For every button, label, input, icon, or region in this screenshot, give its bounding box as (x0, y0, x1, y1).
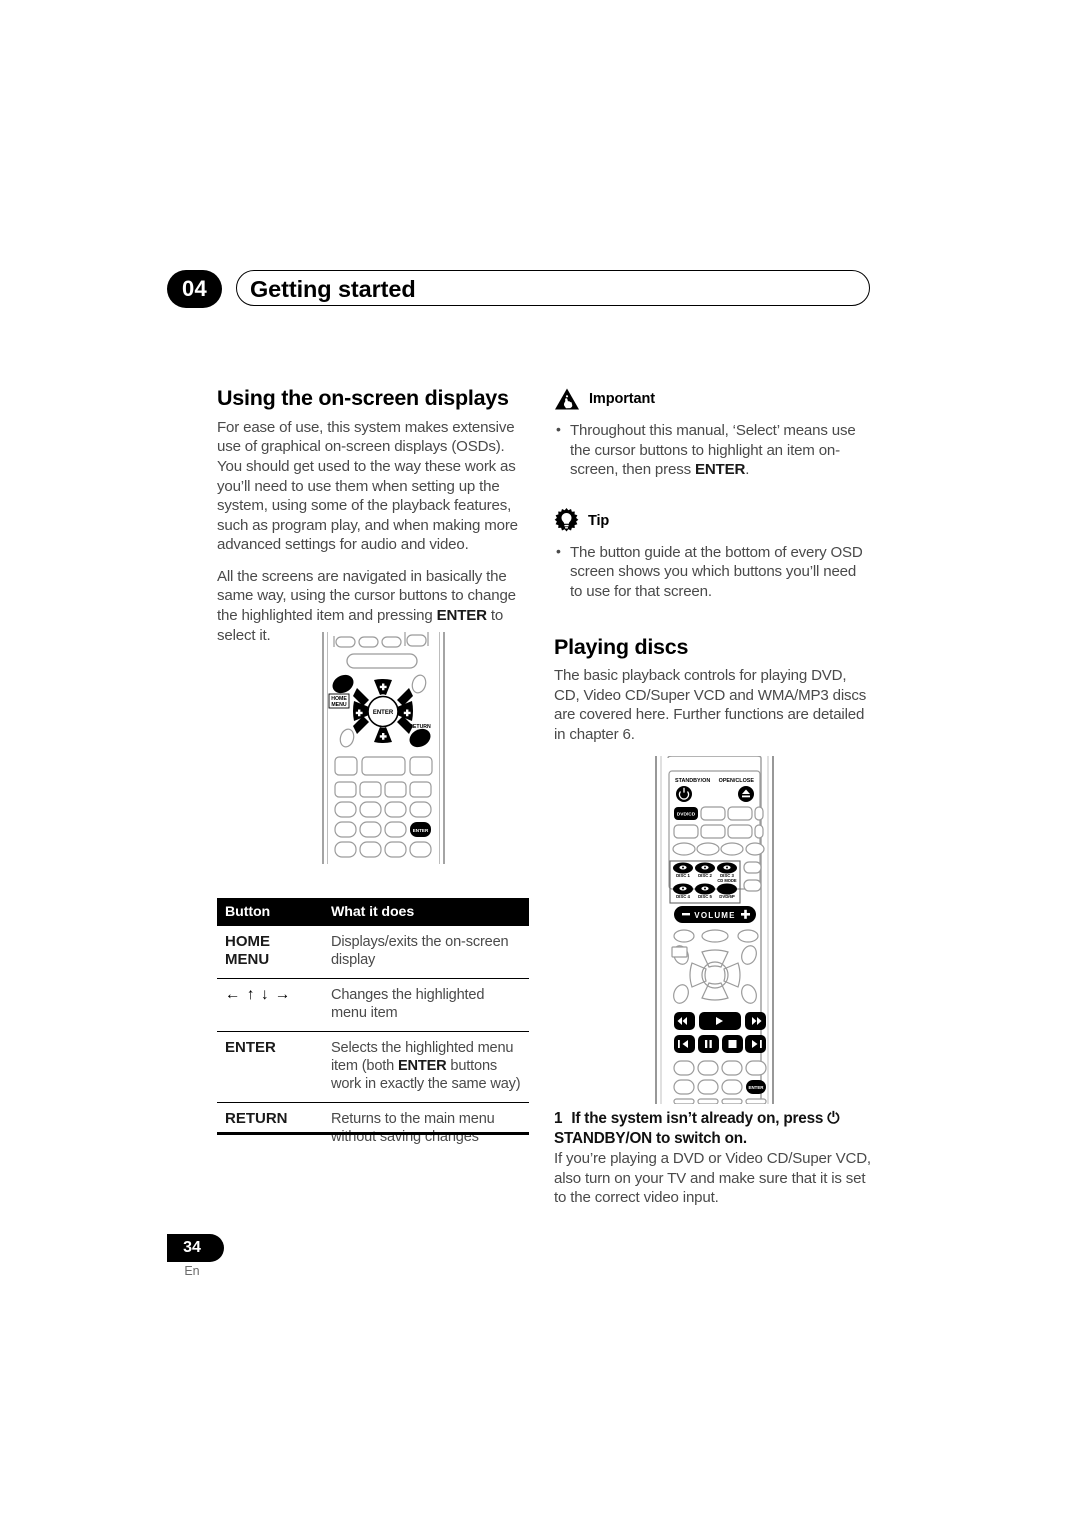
tip-notice-header: Tip (554, 508, 872, 534)
warning-triangle-hand-icon (554, 387, 580, 411)
table-row: RETURN Returns to the main menu without … (217, 1101, 529, 1155)
numbered-step-1: 1 If the system isn’t already on, press ⏻… (554, 1109, 874, 1208)
svg-text:DVD/6P: DVD/6P (719, 894, 735, 899)
remote-osd-menu-label: MENU (331, 702, 347, 708)
table-cell-desc-return: Returns to the main menu without saving … (323, 1101, 529, 1155)
inline-bold-enter: ENTER (436, 607, 487, 625)
step-body-text: If you’re playing a DVD or Video CD/Supe… (554, 1150, 871, 1207)
svg-text:DISC 4: DISC 4 (676, 894, 690, 899)
svg-text:CD MODE: CD MODE (717, 878, 737, 883)
list-item: Throughout this manual, ‘Select’ means u… (554, 420, 872, 480)
button-function-table: Button What it does HOME MENU Displays/e… (217, 898, 529, 1155)
chapter-number-badge: 04 (167, 270, 222, 308)
remote-play-standby-label: STANDBY/ON (675, 778, 710, 784)
table-bottom-rule (217, 1132, 529, 1135)
menu-label: MENU (225, 951, 270, 969)
lightbulb-gear-icon (554, 508, 579, 533)
paragraph-osd-intro: For ease of use, this system makes exten… (217, 418, 518, 554)
page-language-code: En (184, 1264, 200, 1278)
remote-osd-enter-label: ENTER (373, 710, 394, 716)
table-cell-desc-home-menu: Displays/exits the on-screen display (331, 934, 509, 969)
right-column: Important Throughout this manual, ‘Selec… (554, 386, 872, 745)
table-cell-button-return: RETURN (217, 1101, 323, 1155)
svg-text:DVD/CD: DVD/CD (677, 812, 696, 818)
page-number-badge: 34 (167, 1234, 224, 1262)
table-cell-button-home-menu: HOME MENU (217, 926, 323, 978)
remote-play-disc-buttons (673, 862, 737, 874)
table-cell-button-cursor-arrows: ← ↑ ↓ → (217, 977, 323, 1032)
remote-osd-return-label: RETURN (409, 724, 431, 730)
important-bullet-list: Throughout this manual, ‘Select’ means u… (554, 420, 872, 480)
table-cell-desc-enter: Selects the highlighted menu item (both … (323, 1030, 529, 1103)
tip-bullet-list: The button guide at the bottom of every … (554, 542, 872, 602)
svg-text:ENTER: ENTER (749, 1085, 765, 1090)
tip-bullet-part1: The button guide at the bottom of every … (570, 543, 863, 600)
paragraph-playing-discs: The basic playback controls for playing … (554, 667, 867, 744)
important-label: Important (589, 391, 655, 407)
chapter-header: 04 Getting started (167, 270, 872, 308)
table-header-row: Button What it does (217, 898, 529, 926)
important-notice-header: Important (554, 386, 872, 412)
step-number: 1 (554, 1110, 563, 1127)
important-bullet-bold: ENTER (694, 461, 746, 479)
step-heading-part2: STANDBY/ON to switch on. (554, 1129, 747, 1147)
table-row: HOME MENU Displays/exits the on-screen d… (217, 926, 529, 978)
remote-control-playback-illustration: STANDBY/ON OPEN/CLOSE DVD/CD DISC 1 DISC… (648, 755, 781, 1109)
svg-text:DISC 2: DISC 2 (698, 873, 712, 878)
power-symbol-icon: ⏻ (827, 1110, 840, 1127)
left-column: Using the on-screen displays For ease of… (217, 386, 529, 645)
section-title-on-screen-displays: Using the on-screen displays (217, 386, 509, 410)
section-title-playing-discs: Playing discs (554, 634, 689, 659)
svg-text:ENTER: ENTER (413, 828, 429, 833)
remote-play-openclose-label: OPEN/CLOSE (719, 778, 755, 784)
page-number: 34 (183, 1239, 201, 1256)
svg-text:VOLUME: VOLUME (694, 911, 735, 920)
home-label: HOME (225, 933, 270, 950)
document-page: 04 Getting started Using the on-screen d… (0, 0, 1080, 1528)
svg-text:DISC 5: DISC 5 (698, 894, 712, 899)
step-heading: 1 If the system isn’t already on, press ⏻… (554, 1109, 874, 1148)
table-header-button: Button (217, 898, 323, 926)
table-header-description: What it does (323, 898, 529, 926)
step-heading-part1: If the system isn’t already on, press (571, 1110, 828, 1127)
list-item: The button guide at the bottom of every … (554, 542, 872, 602)
page-title: Getting started (250, 276, 416, 302)
important-bullet-part2: . (745, 461, 750, 479)
remote-control-osd-illustration: HOME MENU ENTER RETURN ENTER (316, 632, 451, 869)
table-cell-button-enter: ENTER (217, 1030, 323, 1103)
tip-label: Tip (588, 512, 610, 529)
page-footer: 34 En (167, 1234, 287, 1278)
remote-play-pause-button (698, 1035, 719, 1053)
table-cell-desc-cursor-arrows: Changes the highlighted menu item (323, 977, 529, 1032)
desc-enter-bold: ENTER (397, 1058, 447, 1075)
table-row: ← ↑ ↓ → Changes the highlighted menu ite… (217, 977, 529, 1032)
table-row: ENTER Selects the highlighted menu item … (217, 1030, 529, 1103)
svg-text:DISC 1: DISC 1 (676, 873, 690, 878)
